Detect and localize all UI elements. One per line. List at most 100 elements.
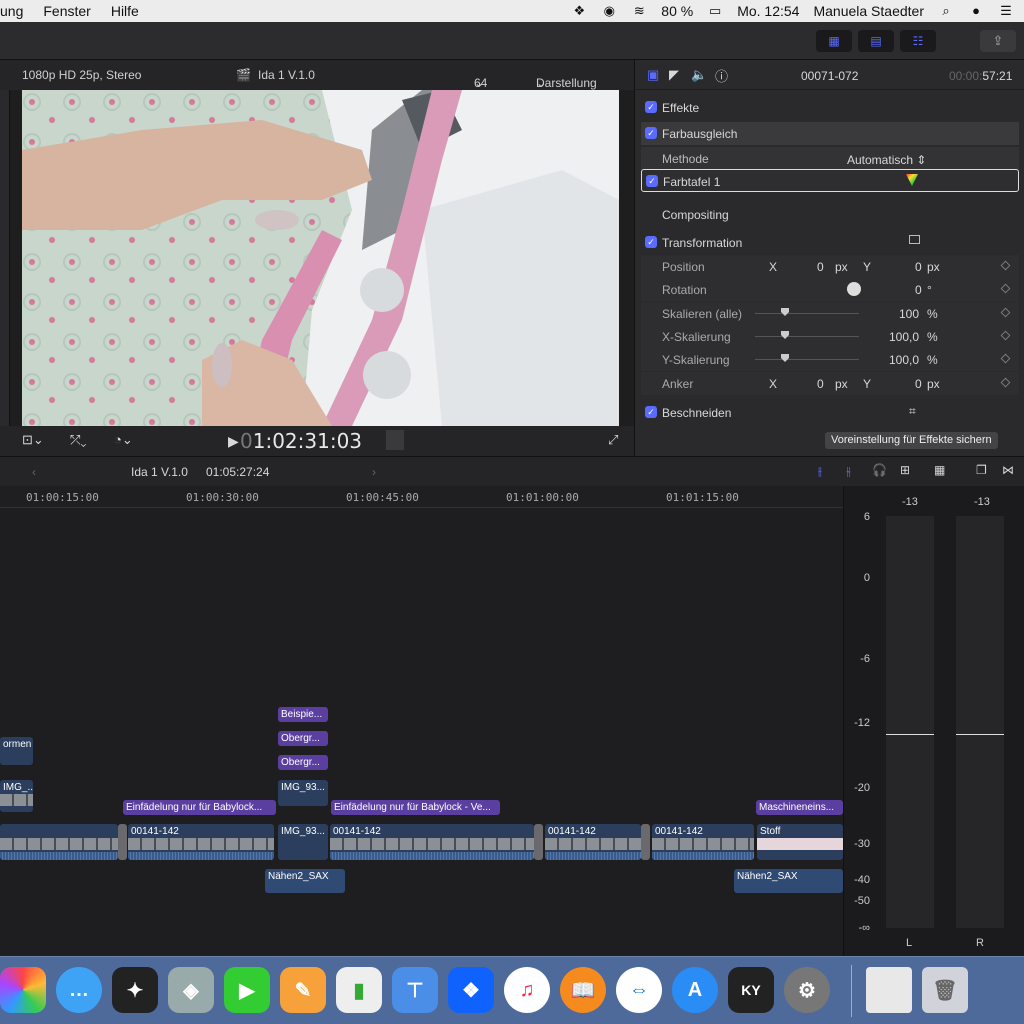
keyframe-icon[interactable]: [1000, 353, 1011, 364]
rotation-dial-icon[interactable]: [847, 282, 861, 296]
transition[interactable]: [118, 824, 127, 860]
dropbox-icon[interactable]: ❖: [448, 967, 494, 1013]
inspector-toggle-button[interactable]: ☷: [900, 30, 936, 52]
transformation-row[interactable]: ✓ Transformation: [641, 231, 1019, 254]
y-scale-slider[interactable]: [755, 359, 859, 360]
kyno-icon[interactable]: KY: [728, 967, 774, 1013]
x-scale-value[interactable]: 100,0: [889, 330, 919, 344]
system-preferences-icon[interactable]: ⚙: [784, 967, 830, 1013]
crop-row[interactable]: ✓ Beschneiden ⌗: [641, 401, 1019, 424]
checkbox-checked-icon[interactable]: ✓: [645, 101, 657, 113]
siri-icon[interactable]: ●: [968, 4, 984, 18]
preview-icon[interactable]: ◈: [168, 967, 214, 1013]
primary-clip[interactable]: 00141-142: [330, 824, 534, 860]
viewer-options-button[interactable]: ⊡⌄: [22, 432, 44, 448]
compositing-row[interactable]: Compositing: [641, 203, 1019, 226]
battery-icon[interactable]: ▭: [707, 4, 723, 18]
menu-item-help[interactable]: Hilfe: [111, 3, 139, 19]
final-cut-icon[interactable]: ✦: [112, 967, 158, 1013]
effects-row[interactable]: ✓ Effekte: [641, 96, 1019, 119]
primary-clip[interactable]: IMG_93...: [278, 824, 328, 860]
title-clip[interactable]: Beispie...: [278, 707, 328, 722]
speed-tool-button[interactable]: ◔⌄: [114, 432, 133, 448]
trash-icon[interactable]: 🗑: [922, 967, 968, 1013]
scale-all-slider[interactable]: [755, 313, 859, 314]
transitions-browser-icon[interactable]: ⋈: [1002, 463, 1014, 477]
menu-item-window[interactable]: Fenster: [43, 3, 90, 19]
connected-clip[interactable]: IMG_...: [0, 780, 33, 812]
fullscreen-icon[interactable]: ⤢: [608, 432, 618, 448]
checkbox-checked-icon[interactable]: ✓: [645, 127, 657, 139]
transform-onscreen-icon[interactable]: [909, 235, 920, 244]
audio-clip[interactable]: Nähen2_SAX: [265, 869, 345, 893]
clock[interactable]: Mo. 12:54: [737, 3, 799, 19]
keynote-icon[interactable]: ⊤: [392, 967, 438, 1013]
anchor-y-value[interactable]: 0: [915, 377, 922, 391]
facetime-icon[interactable]: ▶: [224, 967, 270, 1013]
forward-arrow-icon[interactable]: ›: [372, 465, 376, 479]
primary-clip[interactable]: Stoff: [757, 824, 843, 860]
itunes-icon[interactable]: ♫: [504, 967, 550, 1013]
title-clip[interactable]: Obergr...: [278, 731, 328, 746]
p-app-icon[interactable]: ◉: [601, 4, 617, 18]
title-clip[interactable]: Obergr...: [278, 755, 328, 770]
audio-inspector-icon[interactable]: 🔈: [691, 67, 707, 83]
checkbox-checked-icon[interactable]: ✓: [645, 236, 657, 248]
keyframe-icon[interactable]: [1000, 260, 1011, 271]
rotation-value[interactable]: 0: [915, 283, 922, 297]
color-inspector-icon[interactable]: ◤: [669, 67, 679, 83]
caption-clip[interactable]: Einfädelung nur für Babylock - Ve...: [331, 800, 500, 815]
headphones-icon[interactable]: 🎧: [872, 463, 887, 477]
share-button[interactable]: ⇪: [980, 30, 1016, 52]
photos-icon[interactable]: [0, 967, 46, 1013]
video-inspector-icon[interactable]: ▣: [647, 67, 659, 83]
user-name[interactable]: Manuela Staedter: [813, 3, 924, 19]
position-y-value[interactable]: 0: [915, 260, 922, 274]
wifi-icon[interactable]: ≋: [631, 4, 647, 18]
audio-clip[interactable]: Nähen2_SAX: [734, 869, 843, 893]
connected-clip[interactable]: ormen: [0, 737, 33, 765]
info-inspector-icon[interactable]: ⓘ: [715, 66, 728, 85]
connected-clip[interactable]: IMG_93...: [278, 780, 328, 806]
caption-clip[interactable]: Maschineneins...: [756, 800, 843, 815]
back-arrow-icon[interactable]: ‹: [32, 465, 36, 479]
numbers-icon[interactable]: ▮: [336, 967, 382, 1013]
transform-tool-button[interactable]: ⤱⌄: [70, 432, 87, 448]
save-effects-preset-button[interactable]: Voreinstellung für Effekte sichern: [825, 432, 998, 449]
video-viewer[interactable]: [22, 90, 619, 426]
keyframe-icon[interactable]: [1000, 377, 1011, 388]
audio-skimming-icon[interactable]: ⫳: [846, 464, 851, 479]
y-scale-value[interactable]: 100,0: [889, 353, 919, 367]
timeline-toggle-button[interactable]: ▤: [858, 30, 894, 52]
effects-browser-icon[interactable]: ❐: [976, 463, 987, 477]
color-board-icon[interactable]: [906, 174, 918, 186]
caption-clip[interactable]: Einfädelung nur für Babylock...: [123, 800, 276, 815]
skimming-icon[interactable]: ⫲: [818, 464, 822, 479]
solo-icon[interactable]: ⊞: [900, 463, 910, 477]
scale-all-value[interactable]: 100: [899, 307, 919, 321]
slider-knob[interactable]: [781, 308, 789, 316]
x-scale-slider[interactable]: [755, 336, 859, 337]
color-board-row[interactable]: ✓ Farbtafel 1: [641, 169, 1019, 192]
dropbox-icon[interactable]: ❖: [571, 4, 587, 18]
teamviewer-icon[interactable]: ⇔: [616, 967, 662, 1013]
slider-knob[interactable]: [781, 331, 789, 339]
browser-toggle-button[interactable]: ▦: [816, 30, 852, 52]
checkbox-checked-icon[interactable]: ✓: [645, 406, 657, 418]
color-correction-row[interactable]: ✓ Farbausgleich: [641, 122, 1019, 145]
timeline-ruler[interactable]: 01:00:15:00 01:00:30:00 01:00:45:00 01:0…: [0, 486, 843, 508]
clip-appearance-icon[interactable]: ▦: [934, 463, 945, 477]
desktop-icon[interactable]: [866, 967, 912, 1013]
menu-item-edit[interactable]: ung: [0, 3, 23, 19]
method-dropdown[interactable]: Automatisch ⇕: [847, 153, 926, 167]
timeline-area[interactable]: Beispie... Obergr... Obergr... ormen IMG…: [0, 508, 843, 956]
anchor-x-value[interactable]: 0: [817, 377, 824, 391]
transition[interactable]: [534, 824, 543, 860]
notification-center-icon[interactable]: ☰: [998, 4, 1014, 18]
keyframe-icon[interactable]: [1000, 307, 1011, 318]
spotlight-search-icon[interactable]: ⌕: [938, 4, 954, 18]
messages-icon[interactable]: …: [56, 967, 102, 1013]
ibooks-icon[interactable]: 📖: [560, 967, 606, 1013]
slider-knob[interactable]: [781, 354, 789, 362]
keyframe-icon[interactable]: [1000, 330, 1011, 341]
